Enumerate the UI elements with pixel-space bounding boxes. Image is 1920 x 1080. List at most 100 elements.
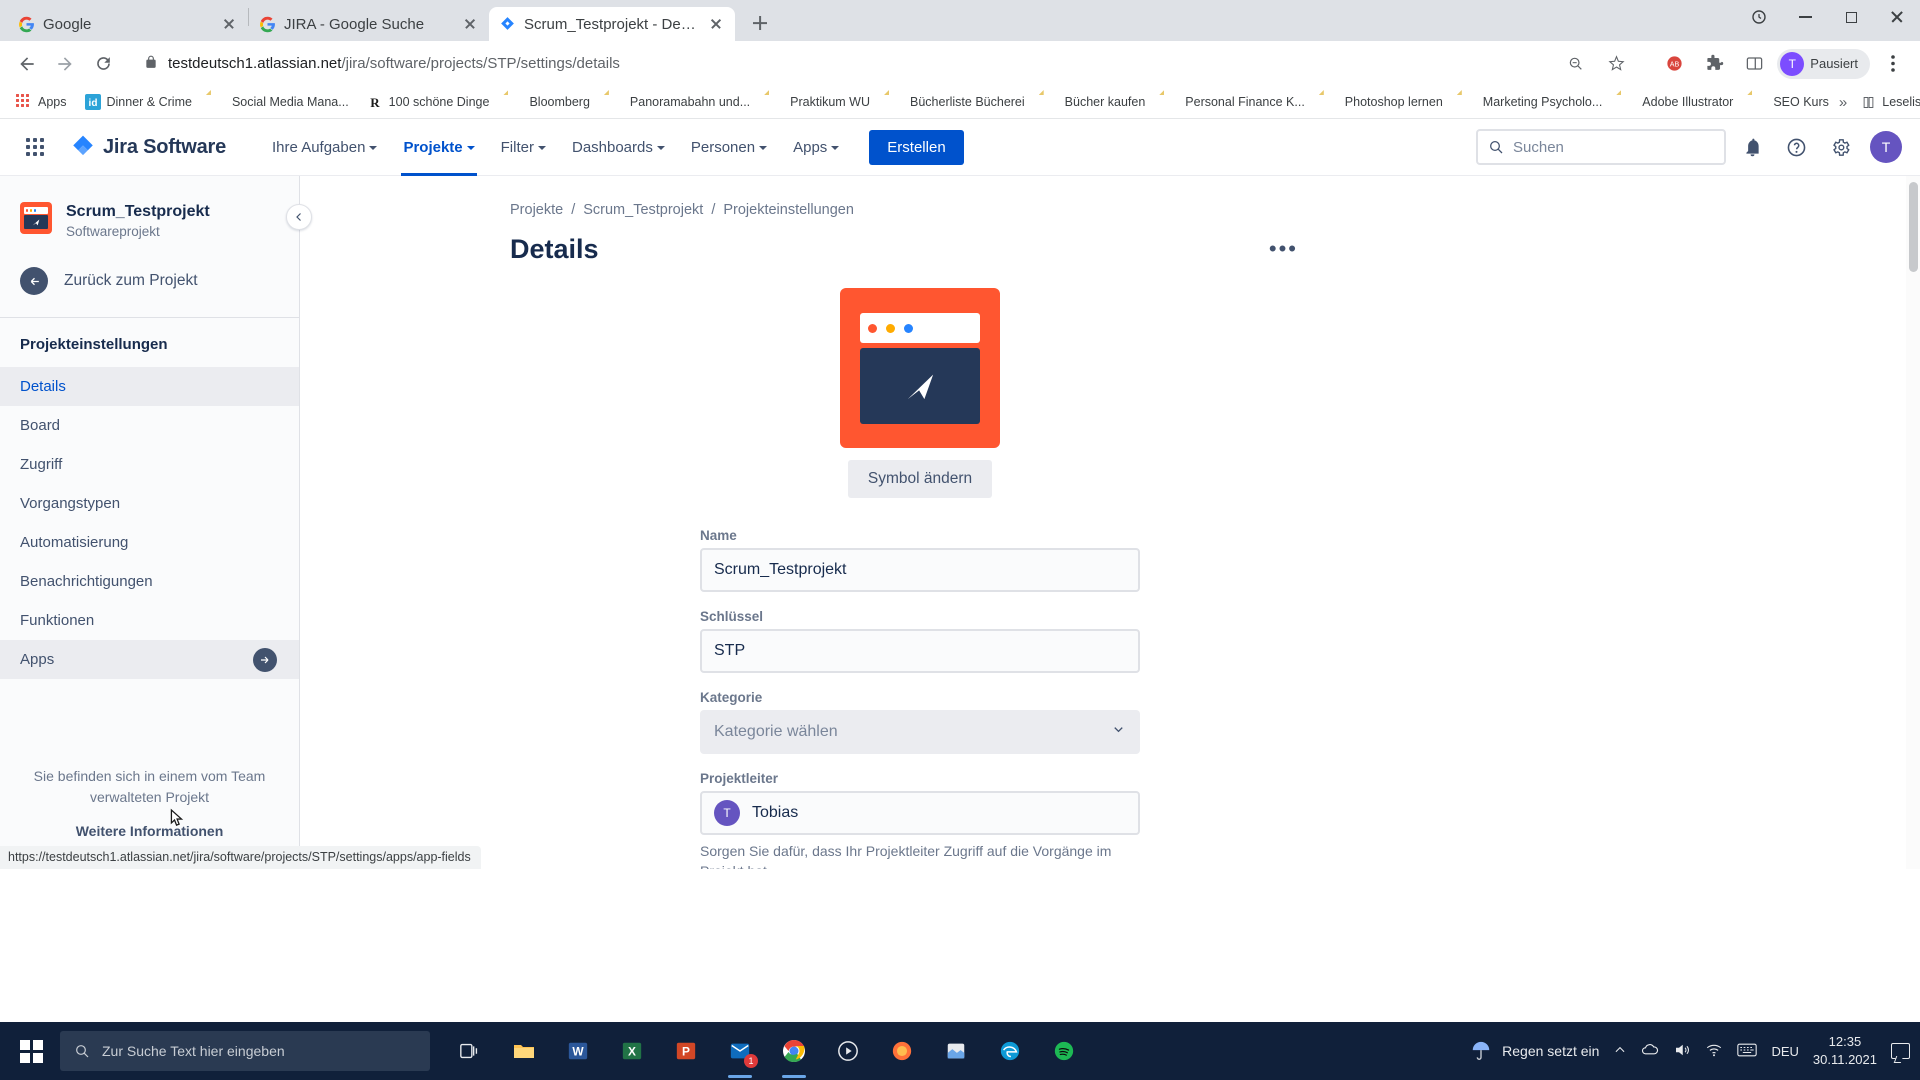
split-screen-icon[interactable]	[1737, 47, 1771, 81]
sidebar-item-apps[interactable]: Apps	[0, 640, 299, 679]
spotify-icon[interactable]	[1038, 1022, 1090, 1080]
bookmark-item[interactable]: Praktikum WU	[760, 90, 878, 114]
jira-logo[interactable]: Jira Software	[70, 134, 226, 160]
close-icon[interactable]	[707, 15, 725, 33]
outlook-icon[interactable]: 1	[714, 1022, 766, 1080]
bookmark-item[interactable]: Bücherliste Bücherei	[880, 90, 1033, 114]
breadcrumb-projekte[interactable]: Projekte	[510, 202, 563, 218]
wifi-icon[interactable]	[1705, 1041, 1723, 1062]
nav-apps[interactable]: Apps	[783, 119, 849, 176]
category-select[interactable]: Kategorie wählen	[700, 710, 1140, 754]
breadcrumb-settings[interactable]: Projekteinstellungen	[723, 202, 854, 218]
bookmarks-overflow-button[interactable]: »	[1839, 94, 1847, 111]
chrome-icon[interactable]	[768, 1022, 820, 1080]
back-to-project-link[interactable]: Zurück zum Projekt	[0, 257, 299, 317]
new-tab-button[interactable]	[745, 8, 775, 38]
chevron-up-icon[interactable]	[1613, 1043, 1627, 1060]
close-icon[interactable]	[461, 15, 479, 33]
notification-icon[interactable]	[1891, 1043, 1910, 1059]
browser-tab[interactable]: Google	[8, 7, 248, 41]
sidebar-item-details[interactable]: Details	[0, 367, 299, 406]
taskbar-search-input[interactable]: Zur Suche Text hier eingeben	[60, 1031, 430, 1071]
nav-personen[interactable]: Personen	[681, 119, 777, 176]
bookmark-item[interactable]: SEO Kurs	[1743, 90, 1837, 114]
task-view-icon[interactable]	[444, 1022, 496, 1080]
sidebar-footer-link[interactable]: Weitere Informationen	[28, 823, 271, 839]
bookmark-item[interactable]: Bücher kaufen	[1035, 90, 1154, 114]
breadcrumb-project[interactable]: Scrum_Testprojekt	[583, 202, 703, 218]
forward-arrow-icon[interactable]	[48, 47, 82, 81]
bookmark-item[interactable]: id Dinner & Crime	[77, 90, 200, 114]
nav-dashboards[interactable]: Dashboards	[562, 119, 675, 176]
edge-icon[interactable]	[984, 1022, 1036, 1080]
browser-tab-active[interactable]: Scrum_Testprojekt - Details - Jira	[489, 7, 735, 41]
app-switcher-icon[interactable]	[18, 130, 52, 164]
weather-widget[interactable]: Regen setzt ein	[1470, 1040, 1599, 1062]
key-input[interactable]: STP	[700, 629, 1140, 673]
back-arrow-icon[interactable]	[10, 47, 44, 81]
sidebar-item-automatisierung[interactable]: Automatisierung	[0, 523, 299, 562]
close-icon[interactable]	[220, 15, 238, 33]
sidebar-collapse-button[interactable]	[286, 204, 312, 230]
powerpoint-icon[interactable]: P	[660, 1022, 712, 1080]
reading-list-button[interactable]: Leseliste	[1861, 95, 1920, 110]
onedrive-icon[interactable]	[1641, 1041, 1659, 1062]
nav-projekte[interactable]: Projekte	[393, 119, 484, 176]
clock[interactable]: 12:35 30.11.2021	[1813, 1033, 1877, 1068]
windows-start-icon[interactable]	[4, 1022, 58, 1080]
change-icon-button[interactable]: Symbol ändern	[847, 460, 993, 498]
browser-tab[interactable]: JIRA - Google Suche	[249, 7, 489, 41]
name-input[interactable]: Scrum_Testprojekt	[700, 548, 1140, 592]
sidebar-item-board[interactable]: Board	[0, 406, 299, 445]
sidebar-item-benachrichtigungen[interactable]: Benachrichtigungen	[0, 562, 299, 601]
sidebar-item-funktionen[interactable]: Funktionen	[0, 601, 299, 640]
notifications-bell-icon[interactable]	[1734, 129, 1770, 165]
settings-gear-icon[interactable]	[1822, 129, 1858, 165]
sidebar-item-zugriff[interactable]: Zugriff	[0, 445, 299, 484]
bookmark-item[interactable]: Personal Finance K...	[1155, 90, 1313, 114]
tab-strip: Google JIRA - Google Suche Scrum_Testpro…	[0, 0, 1920, 41]
reload-icon[interactable]	[86, 47, 120, 81]
bookmark-item[interactable]: Bloomberg	[499, 90, 597, 114]
nav-ihre-aufgaben[interactable]: Ihre Aufgaben	[262, 119, 387, 176]
bookmark-star-icon[interactable]	[1599, 47, 1633, 81]
bookmark-item[interactable]: Panoramabahn und...	[600, 90, 758, 114]
project-lead-select[interactable]: T Tobias	[700, 791, 1140, 835]
sidebar-item-vorgangstypen[interactable]: Vorgangstypen	[0, 484, 299, 523]
nav-filter[interactable]: Filter	[491, 119, 556, 176]
maximize-button[interactable]	[1828, 0, 1874, 34]
bookmark-apps[interactable]: Apps	[8, 90, 75, 114]
bookmark-item[interactable]: Photoshop lernen	[1315, 90, 1451, 114]
firefox-icon[interactable]	[876, 1022, 928, 1080]
minimize-button[interactable]	[1782, 0, 1828, 34]
reading-list-label: Leseliste	[1882, 95, 1920, 109]
scrollbar[interactable]	[1906, 176, 1920, 869]
file-explorer-icon[interactable]	[498, 1022, 550, 1080]
zoom-icon[interactable]	[1559, 47, 1593, 81]
extensions-icon[interactable]	[1697, 47, 1731, 81]
close-window-button[interactable]	[1874, 0, 1920, 34]
scrollbar-thumb[interactable]	[1909, 182, 1918, 272]
keyboard-icon[interactable]	[1737, 1042, 1758, 1061]
profile-button[interactable]: T Pausiert	[1777, 48, 1870, 79]
more-actions-button[interactable]: •••	[1259, 232, 1308, 266]
chrome-menu-icon[interactable]	[1876, 47, 1910, 81]
chrome-menu-extra-icon[interactable]	[1736, 0, 1782, 34]
adblock-icon[interactable]: AB	[1657, 47, 1691, 81]
excel-icon[interactable]: X	[606, 1022, 658, 1080]
chevron-down-icon	[537, 146, 546, 150]
volume-icon[interactable]	[1673, 1041, 1691, 1062]
create-button[interactable]: Erstellen	[869, 129, 964, 165]
user-avatar[interactable]: T	[1870, 131, 1902, 163]
bookmark-item[interactable]: R 100 schöne Dinge	[359, 90, 498, 114]
language-indicator[interactable]: DEU	[1771, 1044, 1798, 1059]
media-player-icon[interactable]	[822, 1022, 874, 1080]
paint-icon[interactable]	[930, 1022, 982, 1080]
bookmark-item[interactable]: Adobe Illustrator	[1612, 90, 1741, 114]
search-input[interactable]: Suchen	[1476, 129, 1726, 165]
word-icon[interactable]: W	[552, 1022, 604, 1080]
address-bar[interactable]: testdeutsch1.atlassian.net/jira/software…	[132, 47, 1646, 81]
help-question-icon[interactable]	[1778, 129, 1814, 165]
bookmark-item[interactable]: Social Media Mana...	[202, 90, 357, 114]
bookmark-item[interactable]: Marketing Psycholo...	[1453, 90, 1611, 114]
